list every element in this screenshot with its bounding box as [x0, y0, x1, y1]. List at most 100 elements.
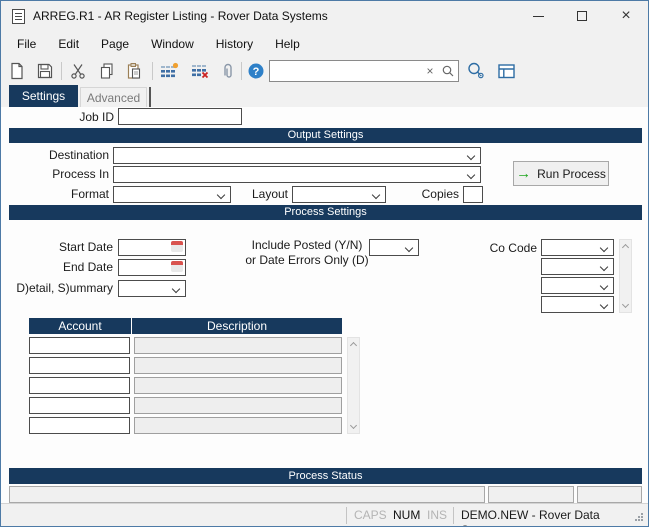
destination-select[interactable] [113, 147, 481, 164]
search-input[interactable] [273, 62, 420, 80]
copies-input[interactable] [463, 186, 483, 203]
tab-strip: Settings Advanced [1, 85, 648, 107]
lookup-button[interactable] [465, 60, 487, 82]
clear-search-icon[interactable]: × [422, 63, 438, 79]
maximize-icon [577, 11, 587, 21]
process-in-label: Process In [1, 166, 109, 183]
account-input-2[interactable] [29, 357, 130, 374]
menu-edit[interactable]: Edit [47, 32, 90, 56]
table-header-account: Account [29, 318, 131, 334]
account-input-3[interactable] [29, 377, 130, 394]
maximize-button[interactable] [560, 1, 604, 31]
menu-history[interactable]: History [205, 32, 264, 56]
app-icon [12, 9, 25, 24]
close-icon: × [621, 11, 630, 21]
description-cell-2 [134, 357, 342, 374]
co-code-select-4[interactable] [541, 296, 614, 313]
calendar-icon[interactable] [171, 261, 183, 272]
description-cell-1 [134, 337, 342, 354]
co-code-scrollbar[interactable] [619, 239, 632, 313]
chevron-down-icon [600, 244, 608, 252]
status-separator [453, 507, 454, 524]
paperclip-icon [219, 62, 237, 80]
format-label: Format [1, 186, 109, 203]
resize-grip[interactable] [634, 512, 644, 522]
chevron-down-icon [600, 282, 608, 290]
chevron-down-icon [467, 171, 475, 179]
run-process-button[interactable]: → Run Process [513, 161, 609, 186]
close-button[interactable]: × [604, 1, 648, 31]
include-posted-select[interactable] [369, 239, 419, 256]
menu-file[interactable]: File [6, 32, 47, 56]
help-button[interactable]: ? [245, 60, 267, 82]
new-document-icon [8, 62, 26, 80]
process-status-segment-3 [577, 486, 642, 503]
run-process-label: Run Process [537, 167, 606, 181]
form-area: Job ID Output Settings Destination Proce… [1, 107, 648, 505]
save-icon [36, 62, 54, 80]
title-bar: ARREG.R1 - AR Register Listing - Rover D… [1, 1, 648, 31]
scroll-down-icon[interactable] [622, 301, 629, 308]
account-table-scrollbar[interactable] [347, 337, 360, 434]
insert-row-icon [159, 62, 179, 80]
layout-button[interactable] [495, 60, 517, 82]
co-code-select-3[interactable] [541, 277, 614, 294]
end-date-label: End Date [1, 259, 113, 276]
process-in-select[interactable] [113, 166, 481, 183]
menu-page[interactable]: Page [90, 32, 140, 56]
scroll-up-icon[interactable] [622, 244, 629, 251]
toolbar-separator [152, 62, 153, 80]
menu-window[interactable]: Window [140, 32, 205, 56]
paste-icon [125, 62, 143, 80]
status-bar: CAPS NUM INS DEMO.NEW - Rover Data Syste… [1, 503, 648, 526]
output-settings-header: Output Settings [9, 128, 642, 143]
job-id-label: Job ID [1, 109, 114, 126]
detail-summary-select[interactable] [118, 280, 186, 297]
attach-button[interactable] [217, 60, 239, 82]
search-icon[interactable] [440, 63, 456, 79]
save-button[interactable] [34, 60, 56, 82]
start-date-field [118, 239, 186, 256]
process-status-segment-2 [488, 486, 574, 503]
new-button[interactable] [6, 60, 28, 82]
insert-row-button[interactable] [158, 60, 180, 82]
cut-button[interactable] [67, 60, 89, 82]
app-window: ARREG.R1 - AR Register Listing - Rover D… [0, 0, 649, 527]
chevron-down-icon [600, 263, 608, 271]
scroll-up-icon[interactable] [350, 342, 357, 349]
tab-advanced[interactable]: Advanced [80, 87, 147, 107]
chevron-down-icon [172, 285, 180, 293]
copy-icon [98, 62, 116, 80]
destination-label: Destination [1, 147, 109, 164]
layout-icon [497, 62, 516, 80]
job-id-input[interactable] [118, 108, 242, 125]
chevron-down-icon [467, 152, 475, 160]
end-date-field [118, 259, 186, 276]
tab-settings[interactable]: Settings [9, 85, 78, 107]
co-code-select-2[interactable] [541, 258, 614, 275]
tab-strip-divider [149, 87, 151, 107]
delete-row-icon [190, 62, 210, 80]
process-settings-header: Process Settings [9, 205, 642, 220]
include-posted-label-line2: or Date Errors Only (D) [241, 252, 373, 269]
account-input-5[interactable] [29, 417, 130, 434]
paste-button[interactable] [123, 60, 145, 82]
scroll-down-icon[interactable] [350, 422, 357, 429]
copy-button[interactable] [96, 60, 118, 82]
menu-help[interactable]: Help [264, 32, 311, 56]
search-box: × [269, 60, 459, 82]
description-cell-3 [134, 377, 342, 394]
svg-text:?: ? [253, 66, 260, 78]
calendar-icon[interactable] [171, 241, 183, 252]
account-input-1[interactable] [29, 337, 130, 354]
cut-icon [69, 62, 87, 80]
process-status-header: Process Status [9, 468, 642, 484]
account-input-4[interactable] [29, 397, 130, 414]
process-status-segment-1 [9, 486, 485, 503]
chevron-down-icon [405, 244, 413, 252]
delete-row-button[interactable] [189, 60, 211, 82]
chevron-down-icon [600, 301, 608, 309]
session-label: DEMO.NEW - Rover Data Systems [461, 508, 648, 527]
minimize-button[interactable] [516, 1, 560, 31]
co-code-select-1[interactable] [541, 239, 614, 256]
